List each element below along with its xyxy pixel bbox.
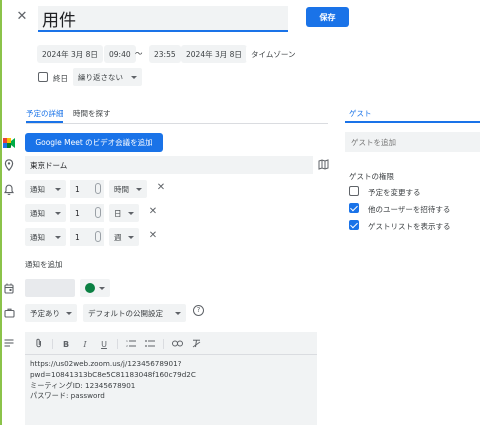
permission-invite-checkbox[interactable] (349, 203, 359, 213)
briefcase-icon (4, 308, 15, 318)
notification-unit-label: 時間 (114, 184, 129, 194)
description-line: パスワード: password (30, 391, 105, 401)
notification-type-select[interactable]: 通知 (25, 180, 66, 198)
guest-permissions-title: ゲストの権限 (349, 172, 394, 181)
notification-type-label: 通知 (30, 232, 45, 242)
description-toolbar: B I U 12 (33, 338, 202, 350)
notification-type-select[interactable]: 通知 (25, 228, 66, 246)
chevron-down-icon (99, 286, 105, 290)
remove-notification-icon[interactable]: ✕ (148, 206, 158, 217)
availability-label: 予定あり (30, 308, 60, 318)
description-icon (4, 339, 14, 348)
start-date-field[interactable]: 2024年 3月 8日 (37, 45, 103, 63)
tab-find-time[interactable]: 時間を探す (73, 108, 111, 119)
notification-amount-input[interactable]: 1 (70, 180, 104, 198)
numbered-list-icon[interactable]: 12 (125, 339, 137, 350)
spinner-icon[interactable] (95, 231, 101, 242)
attachment-icon[interactable] (33, 338, 45, 350)
toolbar-divider-line (25, 354, 317, 355)
window-edge (0, 0, 2, 425)
location-pin-icon (4, 159, 14, 172)
chevron-down-icon (128, 211, 134, 215)
color-swatch (85, 283, 95, 293)
remove-notification-icon[interactable]: ✕ (148, 230, 158, 241)
notification-type-label: 通知 (30, 208, 45, 218)
repeat-label: 繰り返さない (78, 72, 123, 82)
notification-unit-label: 日 (114, 208, 122, 218)
event-color-select[interactable] (80, 279, 110, 297)
description-line: ミーティングID: 12345678901 (30, 380, 136, 390)
help-icon[interactable]: ? (193, 305, 204, 316)
chevron-down-icon (131, 75, 137, 79)
end-time-field[interactable]: 23:55 (149, 45, 181, 63)
add-meet-button[interactable]: Google Meet のビデオ会議を追加 (25, 133, 163, 152)
visibility-label: デフォルトの公開設定 (88, 308, 163, 318)
chevron-down-icon (175, 311, 181, 315)
description-line: https://us02web.zoom.us/j/12345678901? (30, 359, 182, 368)
add-notification-link[interactable]: 通知を追加 (25, 259, 63, 270)
svg-text:2: 2 (126, 344, 128, 348)
range-separator: 〜 (135, 49, 143, 58)
tab-event-details[interactable]: 予定の詳細 (26, 108, 64, 119)
chevron-down-icon (128, 235, 134, 239)
visibility-select[interactable]: デフォルトの公開設定 (83, 304, 186, 322)
notification-amount: 1 (75, 208, 80, 218)
bell-icon (3, 184, 15, 196)
notification-amount: 1 (75, 232, 80, 242)
start-time-field[interactable]: 09:40 (104, 45, 136, 63)
description-line: pwd=10841313bC8e5C81183048f160c79d2C (30, 369, 196, 379)
location-field[interactable]: 東京ドーム (25, 156, 313, 174)
tabs-divider (26, 123, 328, 124)
notification-amount: 1 (75, 184, 80, 194)
notification-unit-select[interactable]: 時間 (109, 180, 147, 198)
link-icon[interactable] (171, 340, 183, 349)
italic-button[interactable]: I (79, 340, 91, 349)
notification-unit-select[interactable]: 週 (109, 228, 139, 246)
add-guests-input[interactable] (345, 132, 480, 152)
bold-button[interactable]: B (60, 340, 72, 349)
remove-notification-icon[interactable]: ✕ (156, 182, 166, 193)
notification-type-select[interactable]: 通知 (25, 204, 66, 222)
toolbar-divider (163, 339, 164, 349)
notification-unit-label: 週 (114, 232, 122, 242)
chevron-down-icon (136, 187, 142, 191)
permission-invite-label: 他のユーザーを招待する (368, 205, 451, 214)
spinner-icon[interactable] (95, 183, 101, 194)
timezone-button[interactable]: タイムゾーン (246, 45, 301, 63)
svg-text:1: 1 (126, 339, 128, 343)
toolbar-divider (52, 339, 53, 349)
permission-modify-label: 予定を変更する (368, 188, 421, 197)
permission-see-list-label: ゲストリストを表示する (368, 222, 451, 231)
notification-unit-select[interactable]: 日 (109, 204, 139, 222)
chevron-down-icon (55, 187, 61, 191)
calendar-select[interactable] (25, 279, 75, 297)
end-date-field[interactable]: 2024年 3月 8日 (181, 45, 247, 63)
notification-type-label: 通知 (30, 184, 45, 194)
map-icon[interactable] (318, 159, 329, 170)
tab-guests[interactable]: ゲスト (349, 108, 372, 119)
repeat-select[interactable]: 繰り返さない (73, 68, 142, 86)
toolbar-divider (117, 339, 118, 349)
permission-see-list-checkbox[interactable] (349, 220, 359, 230)
google-meet-icon (3, 138, 15, 148)
permission-modify-checkbox[interactable] (349, 186, 359, 196)
chevron-down-icon (55, 235, 61, 239)
notification-amount-input[interactable]: 1 (70, 228, 104, 246)
calendar-icon (4, 283, 14, 294)
guests-tab-indicator (345, 121, 480, 123)
allday-checkbox[interactable] (38, 72, 48, 82)
allday-label: 終日 (53, 74, 68, 83)
spinner-icon[interactable] (95, 207, 101, 218)
title-input[interactable] (38, 6, 288, 32)
bulleted-list-icon[interactable] (144, 339, 156, 350)
chevron-down-icon (66, 311, 72, 315)
notification-amount-input[interactable]: 1 (70, 204, 104, 222)
chevron-down-icon (55, 211, 61, 215)
save-button[interactable]: 保存 (306, 7, 349, 27)
description-text: https://us02web.zoom.us/j/12345678901? p… (30, 359, 196, 402)
clear-formatting-icon[interactable] (190, 339, 202, 350)
close-icon[interactable]: ✕ (15, 10, 29, 24)
availability-select[interactable]: 予定あり (25, 304, 77, 322)
underline-button[interactable]: U (98, 340, 110, 349)
